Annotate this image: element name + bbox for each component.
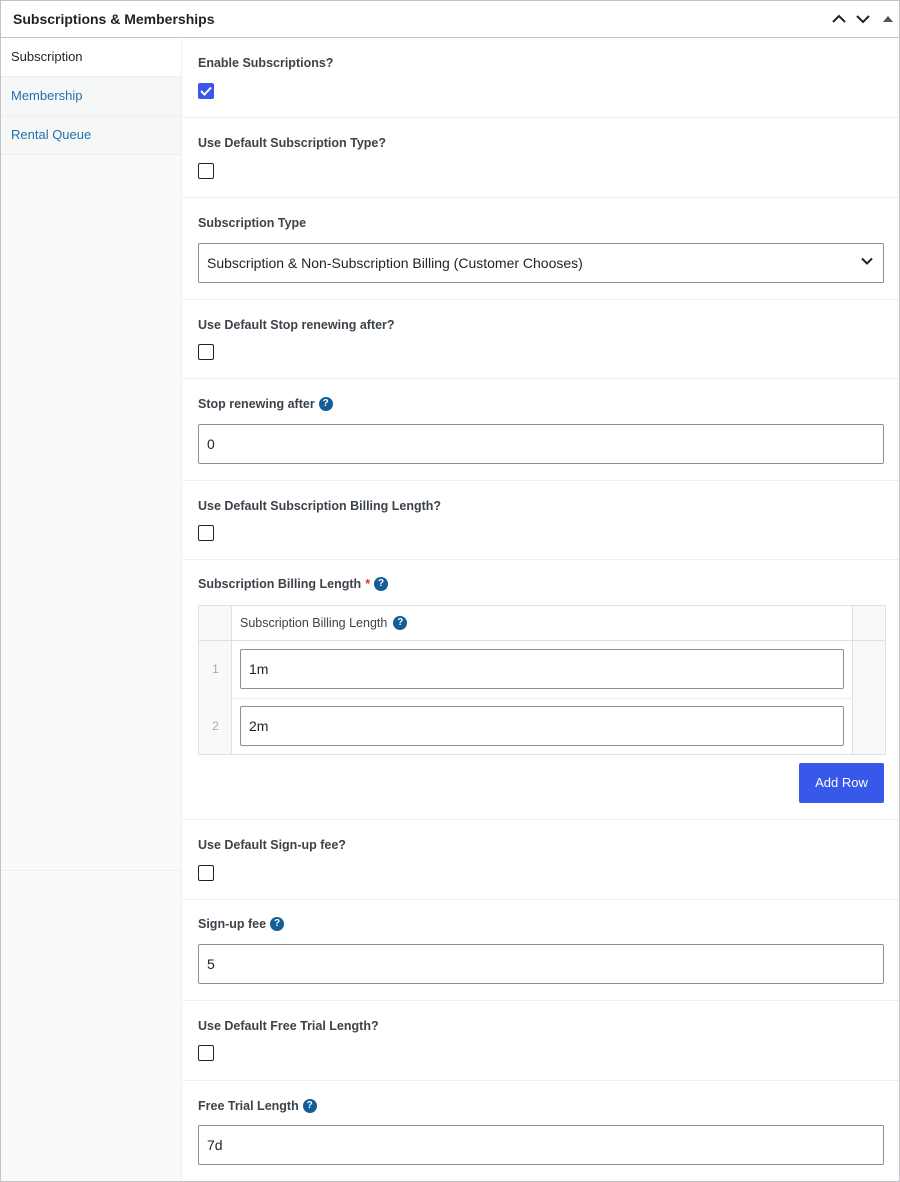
subscription-type-select[interactable]: Subscription & Non-Subscription Billing … xyxy=(198,243,884,283)
field-signup-fee: Sign-up fee ? 5 xyxy=(183,900,899,1001)
field-subscription-type: Subscription Type Subscription & Non-Sub… xyxy=(183,198,899,300)
help-icon[interactable]: ? xyxy=(374,577,389,591)
row-index: 2 xyxy=(212,719,219,733)
field-label: Stop renewing after xyxy=(198,397,315,411)
field-label-row: Free Trial Length ? xyxy=(198,1099,317,1113)
panel-title: Subscriptions & Memberships xyxy=(13,11,215,27)
column-header: Subscription Billing Length ? xyxy=(240,616,408,630)
move-up-button[interactable] xyxy=(829,9,849,29)
repeater-header: Subscription Billing Length ? xyxy=(199,606,885,641)
use-default-free-trial-checkbox[interactable] xyxy=(198,1045,214,1061)
field-label: Free Trial Length xyxy=(198,1099,299,1113)
use-default-stop-renewing-checkbox[interactable] xyxy=(198,344,214,360)
help-icon[interactable]: ? xyxy=(393,616,408,630)
field-use-default-billing-length: Use Default Subscription Billing Length? xyxy=(183,481,899,560)
sidebar-divider xyxy=(1,870,182,871)
field-label-row: Stop renewing after ? xyxy=(198,397,333,411)
field-use-default-free-trial: Use Default Free Trial Length? xyxy=(183,1001,899,1081)
field-use-default-signup-fee: Use Default Sign-up fee? xyxy=(183,820,899,900)
help-icon[interactable]: ? xyxy=(318,397,333,411)
triangle-up-icon xyxy=(883,16,893,22)
field-label-row: Subscription Billing Length * ? xyxy=(198,577,389,591)
field-label: Subscription Type xyxy=(198,216,307,230)
add-row-button[interactable]: Add Row xyxy=(799,763,884,803)
move-down-button[interactable] xyxy=(853,9,873,29)
help-icon[interactable]: ? xyxy=(302,1099,317,1113)
free-trial-length-input[interactable]: 7d xyxy=(198,1125,884,1165)
enable-subscriptions-checkbox[interactable] xyxy=(198,83,214,99)
tab-subscription[interactable]: Subscription xyxy=(1,38,181,77)
tab-membership[interactable]: Membership xyxy=(1,77,181,116)
row-index: 1 xyxy=(212,662,219,676)
required-mark: * xyxy=(365,577,371,591)
billing-length-input[interactable]: 2m xyxy=(240,706,844,746)
field-label: Use Default Stop renewing after? xyxy=(198,318,395,332)
field-label-row: Sign-up fee ? xyxy=(198,917,285,931)
column-header-label: Subscription Billing Length xyxy=(240,616,388,630)
use-default-billing-length-checkbox[interactable] xyxy=(198,525,214,541)
billing-length-input[interactable]: 1m xyxy=(240,649,844,689)
use-default-subscription-type-checkbox[interactable] xyxy=(198,163,214,179)
use-default-signup-fee-checkbox[interactable] xyxy=(198,865,214,881)
field-free-trial-length: Free Trial Length ? 7d xyxy=(183,1081,899,1181)
checkmark-icon xyxy=(200,86,212,96)
field-label: Sign-up fee xyxy=(198,917,267,931)
stop-renewing-after-input[interactable]: 0 xyxy=(198,424,884,464)
chevron-up-icon xyxy=(832,14,846,23)
panel-header: Subscriptions & Memberships xyxy=(1,1,899,38)
field-enable-subscriptions: Enable Subscriptions? xyxy=(183,38,899,118)
help-icon[interactable]: ? xyxy=(270,917,285,931)
subscription-type-value: Subscription & Non-Subscription Billing … xyxy=(207,255,583,271)
chevron-down-icon xyxy=(856,15,870,24)
chevron-down-icon xyxy=(861,257,873,265)
tabs-sidebar: Subscription Membership Rental Queue xyxy=(1,38,182,1181)
tab-rental-queue[interactable]: Rental Queue xyxy=(1,116,181,155)
subscription-settings: Enable Subscriptions? Use Default Subscr… xyxy=(183,38,899,1181)
subscriptions-memberships-panel: Subscriptions & Memberships Subscription… xyxy=(0,0,900,1182)
field-label: Use Default Subscription Type? xyxy=(198,136,386,150)
toggle-panel-button[interactable] xyxy=(878,9,898,29)
field-use-default-subscription-type: Use Default Subscription Type? xyxy=(183,118,899,198)
field-stop-renewing-after: Stop renewing after ? 0 xyxy=(183,379,899,481)
billing-length-repeater: Subscription Billing Length ? 1 1m 2 2m xyxy=(198,605,886,755)
field-label: Subscription Billing Length xyxy=(198,577,362,591)
field-label: Enable Subscriptions? xyxy=(198,56,334,70)
repeater-row: 2 2m xyxy=(199,698,885,755)
field-label: Use Default Sign-up fee? xyxy=(198,838,346,852)
repeater-row: 1 1m xyxy=(199,641,885,698)
signup-fee-input[interactable]: 5 xyxy=(198,944,884,984)
field-label: Use Default Free Trial Length? xyxy=(198,1019,379,1033)
field-label: Use Default Subscription Billing Length? xyxy=(198,499,442,513)
field-use-default-stop-renewing: Use Default Stop renewing after? xyxy=(183,300,899,379)
